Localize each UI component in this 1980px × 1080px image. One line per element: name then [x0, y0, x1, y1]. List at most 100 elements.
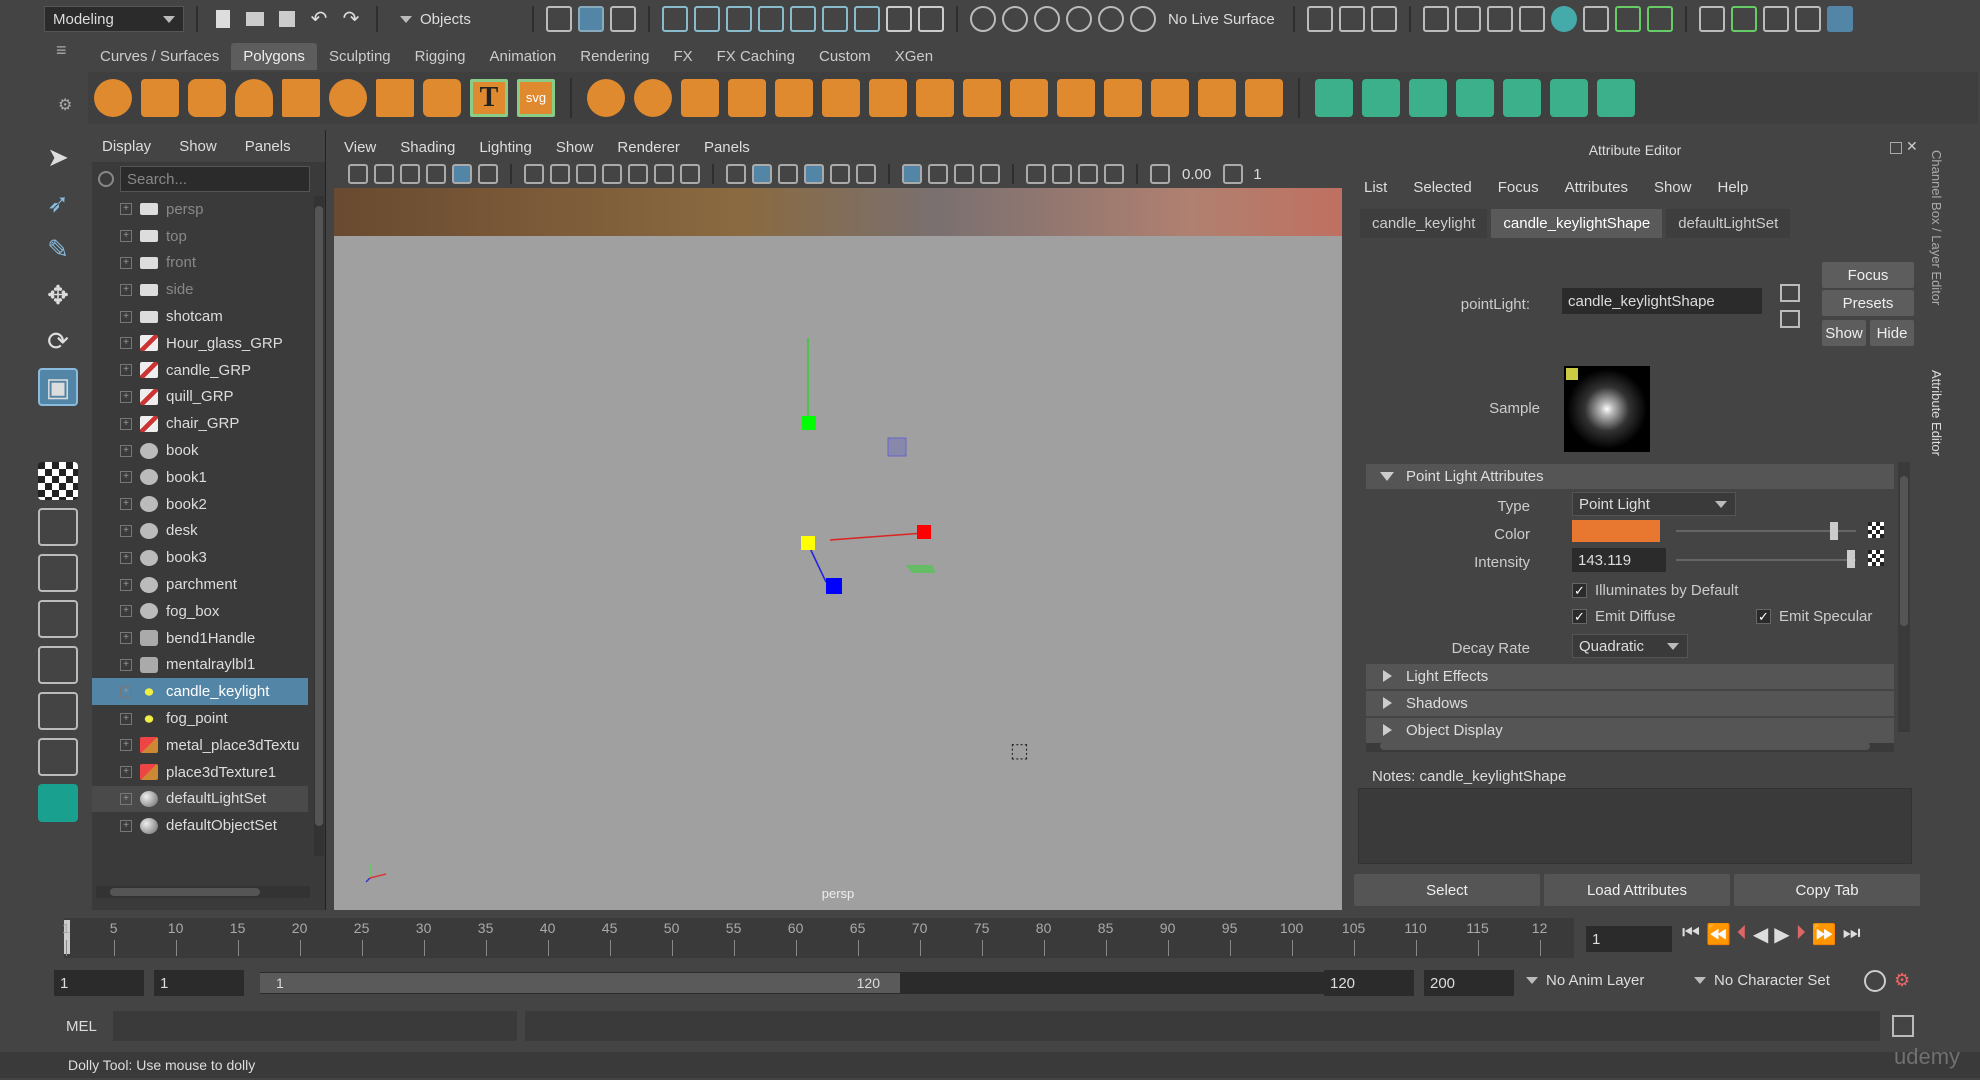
- snap-point-icon[interactable]: [726, 6, 752, 32]
- presets-button[interactable]: Presets: [1822, 290, 1914, 316]
- grease-pencil-icon[interactable]: [478, 164, 498, 184]
- outliner-menu-show[interactable]: Show: [179, 138, 217, 155]
- shelf-tab-curves-surfaces[interactable]: Curves / Surfaces: [88, 43, 231, 70]
- film-gate-icon[interactable]: [550, 164, 570, 184]
- four-pane-layout-icon[interactable]: [38, 554, 78, 592]
- gamma-field[interactable]: 1: [1249, 166, 1265, 183]
- smooth-shade-icon[interactable]: [752, 164, 772, 184]
- uv-editor-icon[interactable]: [1315, 79, 1353, 117]
- attribute-editor-side-tab[interactable]: Attribute Editor: [1924, 370, 1944, 490]
- outliner-item-fog-point[interactable]: + fog_point: [92, 705, 308, 732]
- gate-mask-icon[interactable]: [602, 164, 622, 184]
- close-icon[interactable]: ✕: [1906, 138, 1918, 155]
- focus-output-icon[interactable]: [1780, 310, 1800, 328]
- lasso-tool-icon[interactable]: ➶: [38, 184, 78, 222]
- smooth-icon[interactable]: [681, 79, 719, 117]
- redo-icon[interactable]: ↷: [338, 6, 364, 32]
- torus-icon[interactable]: [329, 79, 367, 117]
- outliner-item-fog-box[interactable]: + fog_box: [92, 598, 308, 625]
- camera-attributes-icon[interactable]: [374, 164, 394, 184]
- script-editor-icon[interactable]: [1892, 1015, 1914, 1037]
- shelf-tab-custom[interactable]: Custom: [807, 43, 883, 70]
- expand-plus-icon[interactable]: +: [120, 417, 132, 430]
- expand-plus-icon[interactable]: +: [120, 256, 132, 269]
- xray-components-icon[interactable]: [1104, 164, 1124, 184]
- input-ops-icon[interactable]: [1002, 6, 1028, 32]
- light-editor-icon[interactable]: [1614, 6, 1641, 32]
- snap-curve-icon[interactable]: [694, 6, 720, 32]
- type-icon[interactable]: T: [470, 79, 508, 117]
- outliner-item-front[interactable]: + front: [92, 250, 308, 277]
- layout-uv-icon[interactable]: [1597, 79, 1635, 117]
- hypershade-layout-icon[interactable]: [38, 738, 78, 776]
- ae-menu-attributes[interactable]: Attributes: [1565, 179, 1628, 196]
- animation-prefs-icon[interactable]: ⚙: [1894, 970, 1916, 992]
- outliner-item-book3[interactable]: + book3: [92, 544, 308, 571]
- textured-icon[interactable]: [804, 164, 824, 184]
- expand-plus-icon[interactable]: +: [120, 605, 132, 618]
- expand-plus-icon[interactable]: +: [120, 551, 132, 564]
- expand-plus-icon[interactable]: +: [120, 819, 132, 832]
- outliner-item-top[interactable]: + top: [92, 223, 308, 250]
- animation-end-field[interactable]: 200: [1424, 970, 1514, 996]
- intensity-slider-track[interactable]: [1676, 559, 1856, 561]
- outliner-item-shotcam[interactable]: + shotcam: [92, 303, 308, 330]
- playback-start-field[interactable]: 1: [154, 970, 244, 996]
- outliner-item-desk[interactable]: + desk: [92, 518, 308, 545]
- expand-plus-icon[interactable]: +: [120, 230, 132, 243]
- planar-mapping-icon[interactable]: [1362, 79, 1400, 117]
- command-language-label[interactable]: MEL: [54, 1018, 113, 1035]
- copy-tab-button[interactable]: Copy Tab: [1734, 874, 1920, 906]
- viewport-menu-view[interactable]: View: [344, 139, 376, 156]
- viewport-menu-show[interactable]: Show: [556, 139, 594, 156]
- light-type-dropdown[interactable]: Point Light: [1572, 492, 1736, 516]
- decay-rate-dropdown[interactable]: Quadratic: [1572, 634, 1688, 658]
- symmetry-icon[interactable]: [1066, 6, 1092, 32]
- ae-menu-selected[interactable]: Selected: [1413, 179, 1471, 196]
- range-slider-handle[interactable]: 1 120: [260, 973, 900, 993]
- channel-box-side-tab[interactable]: Channel Box / Layer Editor: [1924, 150, 1944, 340]
- boolean-icon[interactable]: [775, 79, 813, 117]
- emit-specular-checkbox[interactable]: ✓ Emit Specular: [1756, 608, 1872, 625]
- pipe-icon[interactable]: [423, 79, 461, 117]
- safe-title-icon[interactable]: [680, 164, 700, 184]
- scale-tool-icon[interactable]: ▣: [38, 368, 78, 406]
- use-all-lights-icon[interactable]: [830, 164, 850, 184]
- grid-icon[interactable]: [524, 164, 544, 184]
- render-view-icon[interactable]: [1550, 6, 1577, 32]
- ae-menu-help[interactable]: Help: [1717, 179, 1748, 196]
- field-chart-icon[interactable]: [628, 164, 648, 184]
- ae-menu-list[interactable]: List: [1364, 179, 1387, 196]
- outliner-item-mentalraylbl1[interactable]: + mentalraylbl1: [92, 652, 308, 679]
- auto-key-icon[interactable]: [1864, 970, 1886, 992]
- expand-plus-icon[interactable]: +: [120, 632, 132, 645]
- expand-plus-icon[interactable]: +: [120, 444, 132, 457]
- step-back-key-icon[interactable]: ⏴: [1737, 922, 1747, 947]
- outliner-item-defaultlightset[interactable]: + defaultLightSet: [92, 785, 308, 813]
- input-line-icon[interactable]: [1306, 6, 1333, 32]
- map-button-icon[interactable]: [1868, 550, 1884, 566]
- node-name-field[interactable]: candle_keylightShape: [1562, 288, 1762, 314]
- snap-grid-icon[interactable]: [662, 6, 688, 32]
- select-button[interactable]: Select: [1354, 874, 1540, 906]
- shelf-tab-xgen[interactable]: XGen: [883, 43, 945, 70]
- shelf-tab-fx-caching[interactable]: FX Caching: [705, 43, 807, 70]
- show-hide-tool-settings-icon[interactable]: [1646, 6, 1673, 32]
- time-slider[interactable]: 1 5 10 15 20 25 30 35 40 45 50 55 60 65 70 75 80 85 90 95 10…: [62, 918, 1574, 958]
- character-set-dropdown[interactable]: No Character Set: [1694, 972, 1830, 989]
- snap-view-plane-icon[interactable]: [758, 6, 784, 32]
- outliner-h-scrollbar[interactable]: [96, 886, 310, 898]
- focus-input-icon[interactable]: [1780, 284, 1800, 302]
- expand-plus-icon[interactable]: +: [120, 658, 132, 671]
- outliner-menu-display[interactable]: Display: [102, 138, 151, 155]
- animation-start-field[interactable]: 1: [54, 970, 144, 996]
- point-light-attributes-header[interactable]: Point Light Attributes: [1366, 464, 1894, 489]
- expand-plus-icon[interactable]: +: [120, 524, 132, 537]
- ae-scrollbar[interactable]: [1898, 462, 1910, 732]
- single-pane-layout-icon[interactable]: [38, 508, 78, 546]
- play-forwards-icon[interactable]: ▶: [1774, 922, 1789, 947]
- section-shadows-header[interactable]: Shadows: [1366, 691, 1894, 716]
- outliner-item-candle-grp[interactable]: + candle_GRP: [92, 357, 308, 384]
- xray-icon[interactable]: [1052, 164, 1072, 184]
- graph-editor-layout-icon[interactable]: [38, 692, 78, 730]
